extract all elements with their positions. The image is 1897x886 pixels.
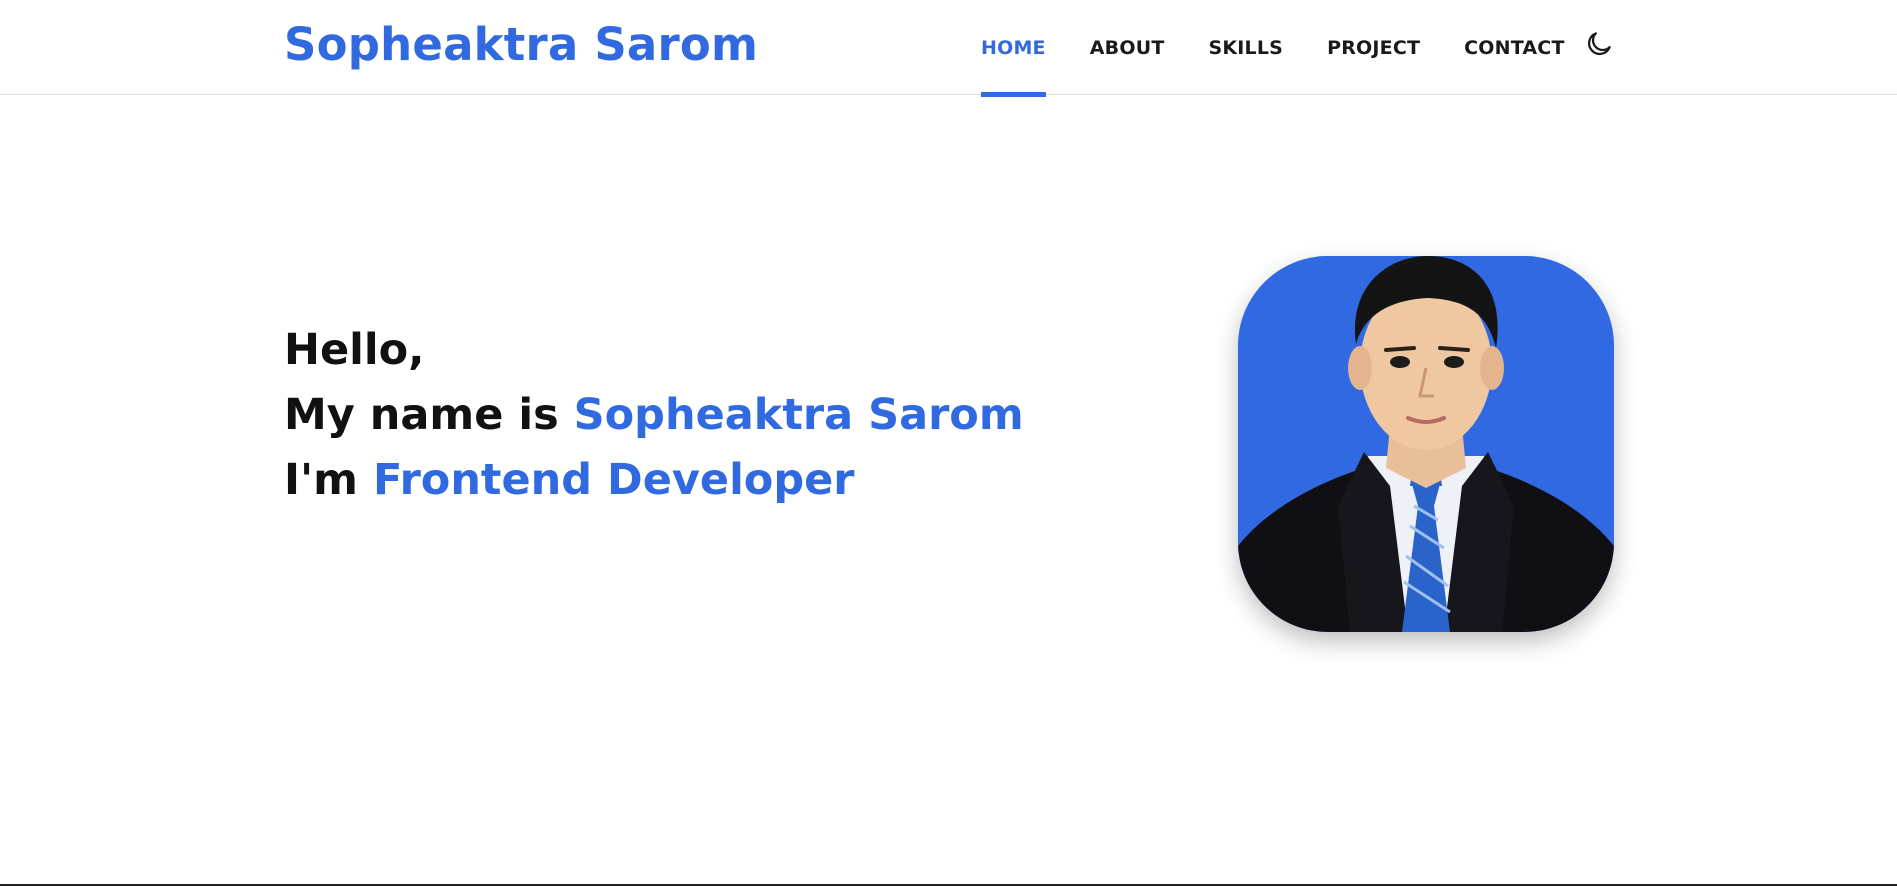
nav-item-project[interactable]: PROJECT <box>1327 0 1420 95</box>
hero-name: Sopheaktra Sarom <box>573 390 1024 440</box>
site-brand[interactable]: Sopheaktra Sarom <box>284 18 758 72</box>
hero-intro: Hello, My name is Sopheaktra Sarom I'm F… <box>284 318 1024 513</box>
profile-photo-illustration <box>1238 256 1614 632</box>
moon-icon <box>1587 32 1611 56</box>
nav-item-home[interactable]: HOME <box>981 0 1046 97</box>
nav-item-skills[interactable]: SKILLS <box>1208 0 1283 95</box>
hero-role-prefix: I'm <box>284 455 373 505</box>
hero-role: Frontend Developer <box>372 455 855 505</box>
hero-greeting: Hello, <box>284 325 425 375</box>
site-header: Sopheaktra Sarom HOME ABOUT SKILLS PROJE… <box>0 0 1897 97</box>
page: Sopheaktra Sarom HOME ABOUT SKILLS PROJE… <box>0 0 1897 886</box>
hero-name-prefix: My name is <box>284 390 574 440</box>
hero-role-line: I'm Frontend Developer <box>284 448 1024 513</box>
main-nav: HOME ABOUT SKILLS PROJECT CONTACT <box>960 0 1609 97</box>
nav-item-contact[interactable]: CONTACT <box>1464 0 1565 95</box>
hero-name-line: My name is Sopheaktra Sarom <box>284 383 1024 448</box>
nav-item-about[interactable]: ABOUT <box>1090 0 1165 95</box>
profile-photo <box>1238 256 1614 632</box>
theme-toggle-button[interactable] <box>1584 29 1614 59</box>
